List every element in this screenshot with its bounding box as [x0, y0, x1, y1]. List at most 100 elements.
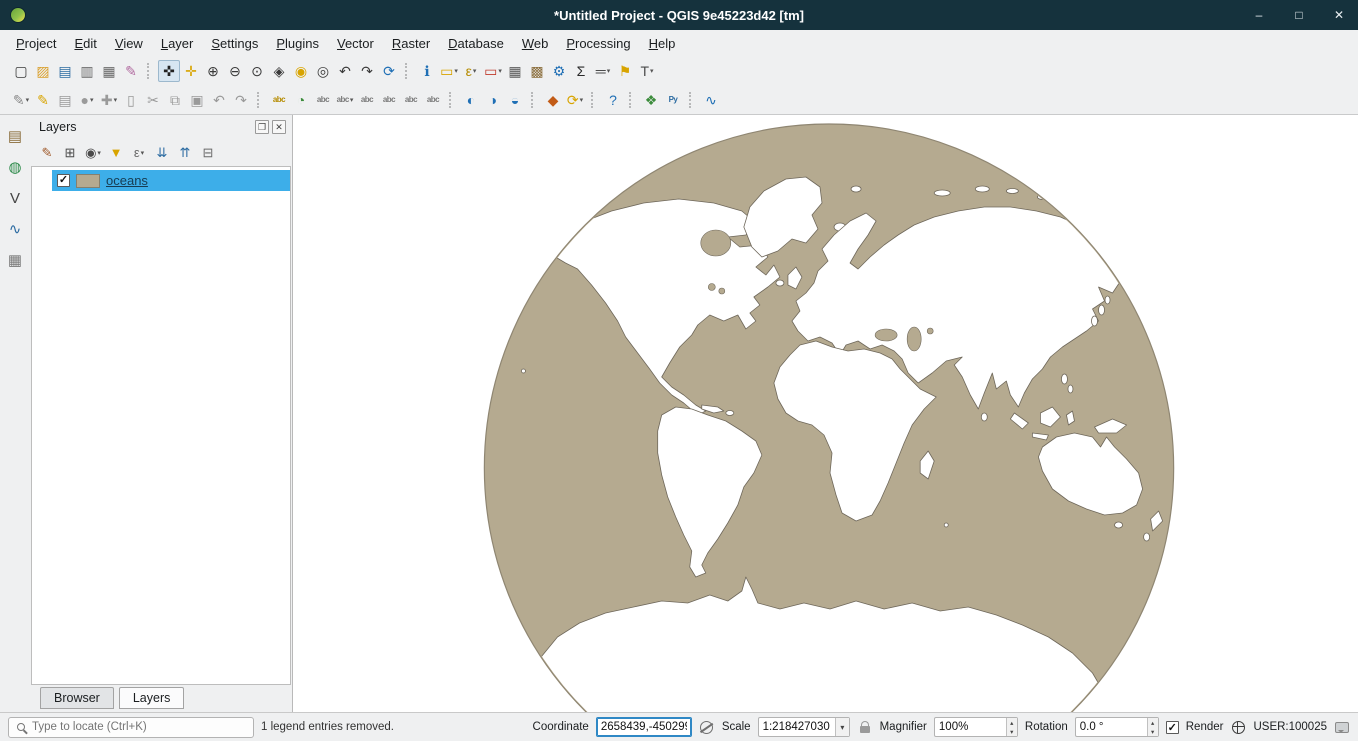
menu-item[interactable]: View	[107, 33, 151, 54]
vector-tools-icon[interactable]: V	[4, 187, 26, 209]
osm-search-icon[interactable]: ◆	[542, 89, 564, 111]
attribute-table-icon[interactable]: ▦	[504, 60, 526, 82]
dropdown-arrow-icon[interactable]: ▾	[454, 67, 458, 75]
maximize-button[interactable]: □	[1290, 6, 1308, 24]
zoom-out-icon[interactable]: ⊖	[224, 60, 246, 82]
magnifier-spin-buttons[interactable]	[1006, 718, 1017, 736]
mesh-calculator-icon[interactable]: ▦	[4, 249, 26, 271]
map-tips-icon[interactable]: ⚑	[614, 60, 636, 82]
identify-features-icon[interactable]: ℹ	[416, 60, 438, 82]
dropdown-arrow-icon[interactable]: ▾	[26, 96, 30, 104]
open-project-icon[interactable]: ▨	[32, 60, 54, 82]
layer-row-oceans[interactable]: oceans	[52, 170, 290, 191]
crs-globe-icon[interactable]	[1230, 719, 1246, 735]
crs-status-button[interactable]: USER:100025	[1253, 721, 1327, 733]
select-features-icon[interactable]: ▭▾	[438, 60, 460, 82]
magnifier-input[interactable]	[935, 721, 1006, 733]
zoom-native-icon[interactable]: ⊙	[246, 60, 268, 82]
dropdown-arrow-icon[interactable]: ▾	[90, 96, 94, 104]
filter-legend-icon[interactable]: ▼	[106, 143, 126, 163]
measure-icon[interactable]: ═▾	[592, 60, 614, 82]
collapse-all-icon[interactable]: ⇈	[175, 143, 195, 163]
menu-item[interactable]: Help	[641, 33, 684, 54]
pin-labels-icon[interactable]: abc▾	[334, 89, 356, 111]
highlight-labels-icon[interactable]: abc	[356, 89, 378, 111]
cut-features-icon[interactable]: ✂	[142, 89, 164, 111]
spin-up-icon[interactable]	[1148, 718, 1158, 727]
dropdown-arrow-icon[interactable]: ▾	[650, 67, 654, 75]
redo-icon[interactable]: ↷	[230, 89, 252, 111]
move-label-icon[interactable]: abc	[378, 89, 400, 111]
text-annotation-icon[interactable]: T▾	[636, 60, 658, 82]
layer-tree[interactable]: oceans	[31, 166, 291, 685]
save-project-icon[interactable]: ▤	[54, 60, 76, 82]
dropdown-arrow-icon[interactable]: ▾	[114, 96, 118, 104]
menu-item[interactable]: Settings	[203, 33, 266, 54]
dropdown-arrow-icon[interactable]: ▾	[498, 67, 502, 75]
menu-item[interactable]: Processing	[558, 33, 638, 54]
tab-browser[interactable]: Browser	[40, 687, 114, 709]
layer-visibility-checkbox[interactable]	[57, 174, 70, 187]
layer-styling-icon[interactable]: ✎	[37, 143, 57, 163]
map-canvas[interactable]	[292, 115, 1358, 712]
digitize-shape-icon[interactable]: ∿	[4, 218, 26, 240]
dropdown-arrow-icon[interactable]: ▾	[473, 67, 477, 75]
zoom-to-selection-icon[interactable]: ◉	[290, 60, 312, 82]
zoom-full-icon[interactable]: ◈	[268, 60, 290, 82]
rotation-input[interactable]	[1076, 721, 1147, 733]
locate-search-box[interactable]	[8, 717, 254, 738]
topology-check-icon[interactable]: ◑	[482, 89, 504, 111]
manage-themes-icon[interactable]: ◉▾	[83, 143, 103, 163]
vertex-tool-icon[interactable]: ✚▾	[98, 89, 120, 111]
zoom-to-layer-icon[interactable]: ◎	[312, 60, 334, 82]
copy-features-icon[interactable]: ⧉	[164, 89, 186, 111]
browser-panel-icon[interactable]: ▤	[4, 125, 26, 147]
remove-layer-icon[interactable]: ⊟	[198, 143, 218, 163]
menu-item[interactable]: Vector	[329, 33, 382, 54]
menu-item[interactable]: Project	[8, 33, 64, 54]
metasearch-panel-icon[interactable]: ◍	[4, 156, 26, 178]
paste-features-icon[interactable]: ▣	[186, 89, 208, 111]
coordinate-field[interactable]	[596, 717, 692, 737]
extents-toggle-icon[interactable]	[699, 719, 715, 735]
python-console-icon[interactable]: Py	[662, 89, 684, 111]
spin-down-icon[interactable]	[1007, 727, 1017, 736]
dropdown-arrow-icon[interactable]: ▾	[580, 96, 584, 104]
snapping-options-icon[interactable]: ◒	[504, 89, 526, 111]
select-by-expression-icon[interactable]: ε▾	[460, 60, 482, 82]
layout-manager-icon[interactable]: ▦	[98, 60, 120, 82]
dropdown-arrow-icon[interactable]: ▾	[607, 67, 611, 75]
change-label-icon[interactable]: abc	[422, 89, 444, 111]
quickmap-services-icon[interactable]: ⟳▾	[564, 89, 586, 111]
rotation-spinbox[interactable]	[1075, 717, 1159, 737]
menu-item[interactable]: Plugins	[268, 33, 327, 54]
scale-input[interactable]	[759, 721, 835, 733]
minimize-button[interactable]: –	[1250, 6, 1268, 24]
current-edits-icon[interactable]: ✎▾	[10, 89, 32, 111]
filter-expression-icon[interactable]: ε▾	[129, 143, 149, 163]
close-panel-icon[interactable]: ✕	[272, 120, 286, 134]
menu-item[interactable]: Layer	[153, 33, 202, 54]
plugin-manager-icon[interactable]: ❖	[640, 89, 662, 111]
save-layer-edits-icon[interactable]: ▤	[54, 89, 76, 111]
toggle-editing-icon[interactable]: ✎	[32, 89, 54, 111]
statistics-icon[interactable]: Σ	[570, 60, 592, 82]
dropdown-arrow-icon[interactable]: ▾	[97, 149, 101, 157]
new-print-layout-icon[interactable]: ▥	[76, 60, 98, 82]
refresh-map-icon[interactable]: ⟳	[378, 60, 400, 82]
menu-item[interactable]: Raster	[384, 33, 438, 54]
layer-labeling-icon[interactable]: abc	[268, 89, 290, 111]
magnifier-spinbox[interactable]	[934, 717, 1018, 737]
expand-all-icon[interactable]: ⇊	[152, 143, 172, 163]
dropdown-arrow-icon[interactable]: ▾	[350, 96, 354, 104]
message-log-icon[interactable]	[1334, 719, 1350, 735]
tab-layers[interactable]: Layers	[119, 687, 185, 709]
scale-dropdown-icon[interactable]	[835, 718, 849, 736]
locate-input[interactable]	[32, 721, 245, 733]
style-manager-icon[interactable]: ✎	[120, 60, 142, 82]
zoom-in-icon[interactable]: ⊕	[202, 60, 224, 82]
float-panel-icon[interactable]: ❐	[255, 120, 269, 134]
help-contents-icon[interactable]: ?	[602, 89, 624, 111]
layer-diagram-icon[interactable]: ◔	[290, 89, 312, 111]
lock-scale-icon[interactable]	[857, 719, 873, 735]
